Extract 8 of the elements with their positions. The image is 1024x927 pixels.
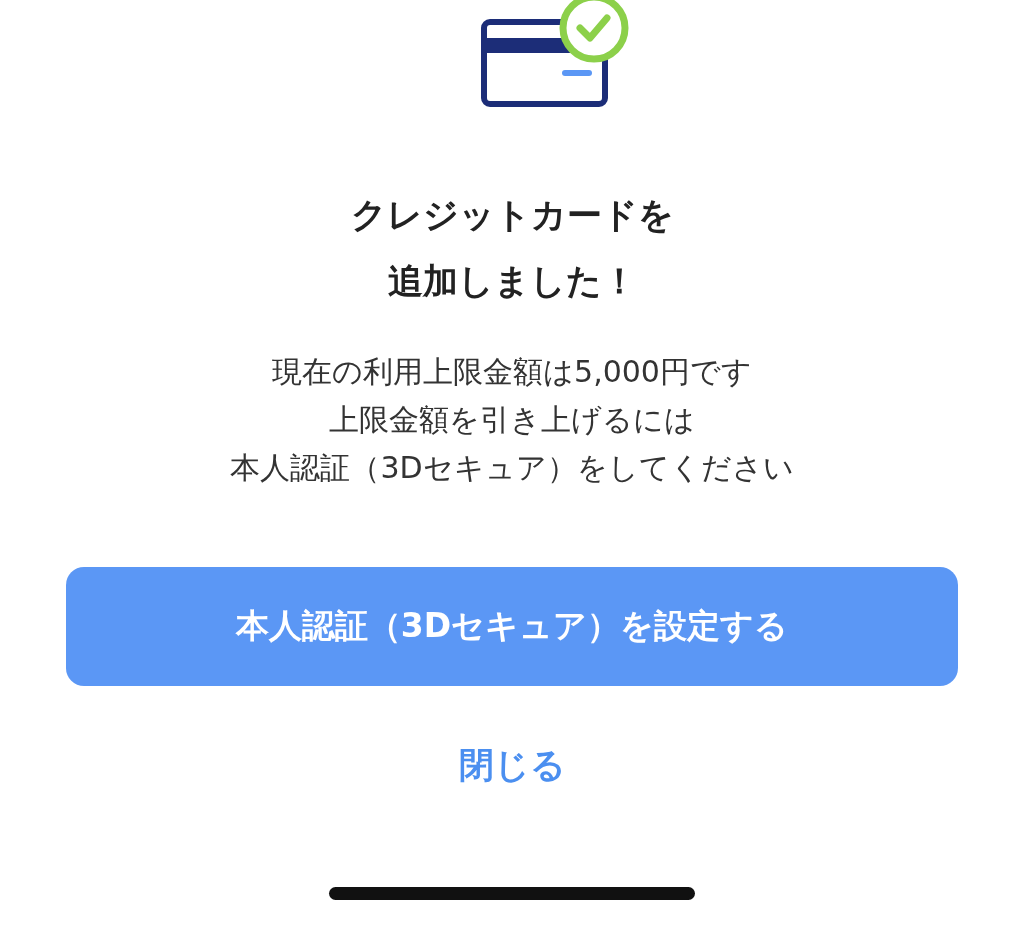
setup-3d-secure-button[interactable]: 本人認証（3Dセキュア）を設定する bbox=[66, 567, 958, 686]
dialog-title: 追加しました！ bbox=[387, 260, 637, 303]
home-indicator[interactable] bbox=[329, 887, 695, 900]
message-text: 本人認証（3Dセキュア）をしてください bbox=[230, 449, 794, 487]
close-link[interactable]: 閉じる bbox=[454, 742, 570, 789]
message-text: 上限金額を引き上げるには bbox=[329, 401, 695, 439]
dialog-title: クレジットカードを bbox=[350, 194, 674, 237]
message-text: 現在の利用上限金額は5,000円です bbox=[272, 353, 752, 391]
